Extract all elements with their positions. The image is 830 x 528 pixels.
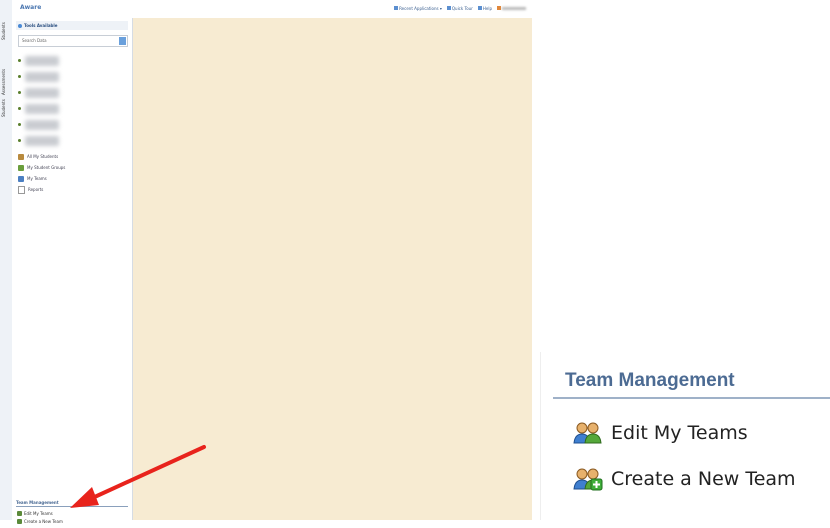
apps-icon [394,6,399,10]
main-content-area [133,18,532,520]
search-box[interactable]: Search Data [18,35,128,47]
sidebar-item-my-teams[interactable]: My Teams [18,173,65,184]
app-screenshot: Students Assessments Students Aware Rece… [0,0,532,524]
recent-applications-link[interactable]: Recent Applications ▾ [394,6,442,11]
team-management-title: Team Management [565,370,735,391]
tools-header: Tools Available [16,21,128,30]
quick-tour-link[interactable]: Quick Tour [446,6,473,11]
sidebar: Tools Available Search Data All My Stude… [12,18,133,524]
top-bar: Aware Recent Applications ▾ Quick Tour H… [12,0,532,18]
list-item[interactable] [18,86,78,102]
list-item[interactable] [18,118,78,134]
redacted-text [25,88,59,98]
team-edit-icon [573,422,602,444]
top-links: Recent Applications ▾ Quick Tour Help [394,6,526,11]
team-management-zoom: Team Management Edit My Teams Create a N… [540,352,830,520]
bullet-icon [18,75,21,78]
list-item[interactable] [18,134,78,150]
teams-icon [18,175,24,182]
sidebar-item-my-student-groups[interactable]: My Student Groups [18,162,65,173]
user-icon [497,6,501,10]
team-management-section: Team Management Edit My Teams Create a N… [12,498,132,528]
app-title[interactable]: Aware [20,4,41,11]
create-new-team-label: Create a New Team [611,468,796,490]
list-item[interactable] [18,54,78,70]
bullet-icon [18,91,21,94]
redacted-text [25,56,59,66]
sidebar-nav: All My Students My Student Groups My Tea… [18,151,65,195]
redacted-student-list [18,54,78,150]
team-add-icon [573,468,603,491]
vertical-tab-students-2[interactable]: Students [1,96,11,120]
sidebar-item-all-my-students[interactable]: All My Students [18,151,65,162]
list-item[interactable] [18,102,78,118]
edit-my-teams-link[interactable]: Edit My Teams [17,511,53,516]
vertical-tab-students[interactable]: Students [1,20,11,42]
document-icon [18,185,25,194]
redacted-text [25,104,59,114]
bullet-icon [18,107,21,110]
section-divider [553,397,830,399]
vertical-tab-assessments[interactable]: Assessments [1,66,11,98]
redacted-user-name [502,7,526,10]
divider [16,506,128,507]
redacted-text [25,72,59,82]
search-input[interactable]: Search Data [22,38,47,43]
bullet-icon [18,123,21,126]
search-button-icon[interactable] [119,37,126,45]
help-link[interactable]: Help [477,6,492,11]
edit-my-teams-button[interactable]: Edit My Teams [573,421,748,445]
bullet-icon [18,139,21,142]
user-menu[interactable] [497,6,526,11]
bullet-icon [18,59,21,62]
team-management-header: Team Management [16,500,59,505]
info-icon [18,24,22,28]
student-groups-icon [18,164,24,171]
group-icon [18,153,24,160]
help-icon [477,6,482,10]
redacted-text [25,136,59,146]
list-item[interactable] [18,70,78,86]
edit-my-teams-label: Edit My Teams [611,422,748,444]
tour-icon [446,6,451,10]
redacted-text [25,120,59,130]
create-new-team-button[interactable]: Create a New Team [573,467,796,491]
team-edit-icon [17,511,22,516]
sidebar-item-reports[interactable]: Reports [18,184,65,195]
